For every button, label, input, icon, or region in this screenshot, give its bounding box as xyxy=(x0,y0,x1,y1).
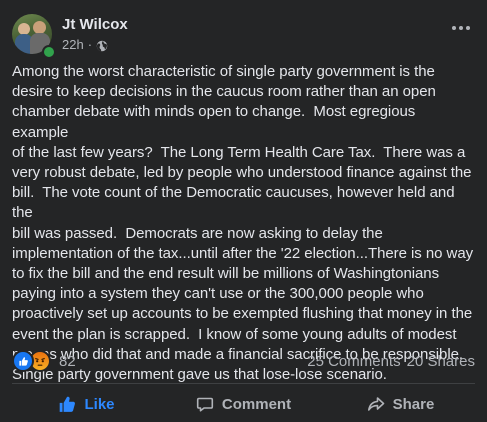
more-options-button[interactable] xyxy=(447,18,475,38)
thumbs-up-icon xyxy=(58,395,76,413)
like-button-label: Like xyxy=(84,395,115,413)
post-stats-bar: 82 25 Comments 20 Shares xyxy=(12,348,475,374)
like-reaction-icon xyxy=(12,350,34,372)
more-horizontal-icon xyxy=(452,26,456,30)
post-card: Jt Wilcox 22h · Among the worst characte… xyxy=(0,0,487,422)
shares-count-link[interactable]: 20 Shares xyxy=(407,353,475,370)
globe-icon[interactable] xyxy=(96,39,108,51)
post-body-text: Among the worst characteristic of single… xyxy=(12,63,474,384)
like-button[interactable]: Like xyxy=(8,387,165,421)
reaction-count[interactable]: 82 xyxy=(59,353,76,370)
post-timestamp[interactable]: 22h xyxy=(62,36,84,53)
comment-icon xyxy=(196,395,214,413)
online-status-icon xyxy=(42,45,56,59)
reaction-summary[interactable]: 82 xyxy=(12,350,76,372)
separator-dot: · xyxy=(87,37,93,52)
comment-button-label: Comment xyxy=(221,395,292,413)
post-meta: Jt Wilcox 22h · xyxy=(62,15,128,53)
author-name[interactable]: Jt Wilcox xyxy=(62,15,128,34)
share-icon xyxy=(367,395,385,413)
divider xyxy=(12,383,475,384)
comments-count-link[interactable]: 25 Comments xyxy=(307,353,400,370)
post-action-bar: Like Comment Share xyxy=(8,387,479,421)
share-button[interactable]: Share xyxy=(322,387,479,421)
post-subline: 22h · xyxy=(62,36,128,53)
author-avatar-wrapper[interactable] xyxy=(12,14,56,59)
comment-button[interactable]: Comment xyxy=(165,387,322,421)
share-button-label: Share xyxy=(392,395,435,413)
post-header: Jt Wilcox 22h · xyxy=(12,12,475,59)
